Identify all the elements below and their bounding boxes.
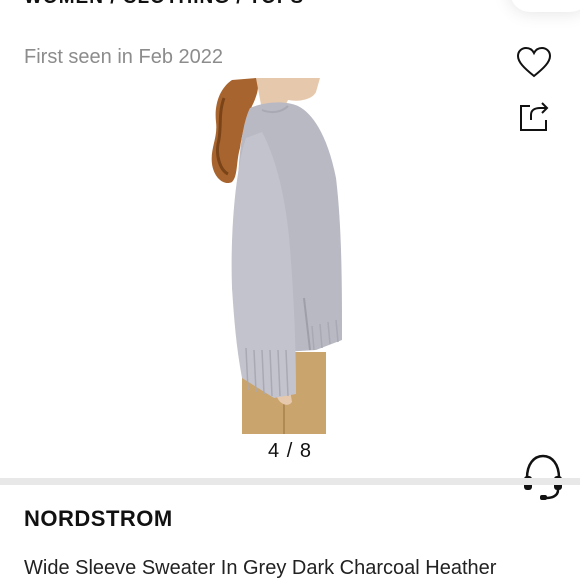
first-seen-date: First seen in Feb 2022 [24,46,223,68]
headset-icon[interactable] [522,452,564,500]
heart-icon[interactable] [516,45,552,81]
product-title: Wide Sleeve Sweater In Grey Dark Charcoa… [24,557,497,579]
top-right-control-edge[interactable] [510,0,580,12]
product-image[interactable] [180,78,400,434]
product-page: WOMEN / CLOTHING / TOPS First seen in Fe… [0,0,580,580]
brand-name[interactable]: NORDSTROM [24,506,173,532]
image-counter: 4 / 8 [268,440,312,462]
section-divider [0,478,580,485]
share-icon[interactable] [516,98,552,134]
breadcrumb[interactable]: WOMEN / CLOTHING / TOPS [24,0,304,9]
